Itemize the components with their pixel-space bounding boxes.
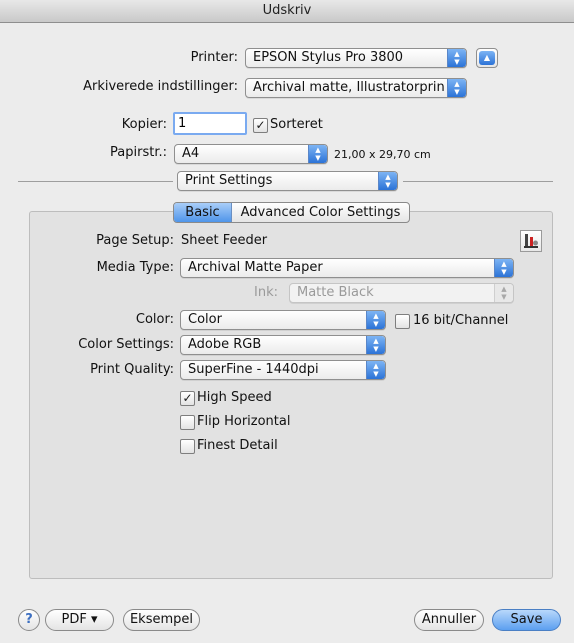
- presets-label: Arkiverede indstillinger:: [83, 79, 238, 94]
- printer-utility-button[interactable]: [520, 230, 542, 252]
- color-settings-popup[interactable]: Adobe RGB ▲ ▼: [180, 335, 386, 355]
- paper-popup[interactable]: A4 ▲ ▼: [174, 144, 328, 164]
- updown-arrows-icon: ▲ ▼: [447, 79, 466, 97]
- flip-horizontal-label: Flip Horizontal: [197, 414, 291, 429]
- updown-arrows-icon: ▲ ▼: [366, 361, 385, 379]
- updown-arrows-icon: ▲ ▼: [494, 284, 513, 302]
- collate-checkbox[interactable]: ✓: [253, 118, 268, 133]
- pane-value: Print Settings: [185, 173, 273, 188]
- color-value: Color: [188, 312, 222, 327]
- media-type-value: Archival Matte Paper: [188, 260, 323, 275]
- print-quality-popup[interactable]: SuperFine - 1440dpi ▲ ▼: [180, 360, 386, 380]
- checkmark-icon: ✓: [182, 391, 193, 405]
- help-icon: ?: [25, 612, 33, 627]
- bit16-checkbox[interactable]: [395, 314, 410, 329]
- finest-detail-checkbox[interactable]: [180, 439, 195, 454]
- separator-left: [18, 181, 173, 182]
- paper-value: A4: [182, 146, 200, 161]
- updown-arrows-icon: ▲ ▼: [447, 49, 466, 67]
- save-button[interactable]: Save: [492, 609, 561, 631]
- paper-label: Papirstr.:: [110, 145, 167, 160]
- color-settings-value: Adobe RGB: [188, 337, 262, 352]
- paper-size-text: 21,00 x 29,70 cm: [334, 148, 431, 161]
- color-popup[interactable]: Color ▲ ▼: [180, 310, 386, 330]
- high-speed-checkbox[interactable]: ✓: [180, 391, 195, 406]
- ink-value: Matte Black: [297, 285, 374, 300]
- updown-arrows-icon: ▲ ▼: [378, 172, 397, 190]
- printer-value: EPSON Stylus Pro 3800: [253, 50, 404, 65]
- tab-advanced-color[interactable]: Advanced Color Settings: [232, 203, 409, 222]
- presets-popup[interactable]: Archival matte, Illustratorprints ▲ ▼: [245, 78, 467, 98]
- window-titlebar[interactable]: Udskriv: [0, 0, 574, 23]
- ink-label: Ink:: [254, 285, 278, 300]
- window-title: Udskriv: [262, 3, 312, 18]
- media-type-label: Media Type:: [96, 260, 174, 275]
- updown-arrows-icon: ▲ ▼: [494, 259, 513, 277]
- print-quality-value: SuperFine - 1440dpi: [188, 362, 319, 377]
- copies-input[interactable]: [173, 112, 247, 135]
- pane-popup[interactable]: Print Settings ▲ ▼: [177, 171, 398, 191]
- page-setup-label: Page Setup:: [96, 233, 174, 248]
- finest-detail-label: Finest Detail: [197, 438, 278, 453]
- copies-label: Kopier:: [121, 117, 167, 132]
- print-quality-label: Print Quality:: [90, 362, 174, 377]
- details-disclosure-button[interactable]: ▲: [476, 48, 498, 68]
- media-type-popup[interactable]: Archival Matte Paper ▲ ▼: [180, 258, 514, 278]
- printer-utility-icon: [524, 234, 538, 248]
- collate-label: Sorteret: [270, 117, 323, 132]
- updown-arrows-icon: ▲ ▼: [308, 145, 327, 163]
- ink-popup[interactable]: Matte Black ▲ ▼: [289, 283, 514, 303]
- color-settings-label: Color Settings:: [78, 337, 174, 352]
- tab-bar: Basic Advanced Color Settings: [173, 202, 410, 223]
- pdf-button[interactable]: PDF ▾: [45, 609, 114, 631]
- presets-value: Archival matte, Illustratorprints: [253, 80, 444, 95]
- flip-horizontal-checkbox[interactable]: [180, 415, 195, 430]
- printer-popup[interactable]: EPSON Stylus Pro 3800 ▲ ▼: [245, 48, 467, 68]
- separator-right: [403, 181, 553, 182]
- high-speed-label: High Speed: [197, 390, 272, 405]
- color-label: Color:: [135, 312, 174, 327]
- cancel-button[interactable]: Annuller: [414, 609, 484, 631]
- preview-button[interactable]: Eksempel: [123, 609, 200, 631]
- updown-arrows-icon: ▲ ▼: [366, 336, 385, 354]
- updown-arrows-icon: ▲ ▼: [366, 311, 385, 329]
- page-setup-value: Sheet Feeder: [181, 233, 268, 248]
- printer-label: Printer:: [190, 50, 238, 65]
- tab-basic[interactable]: Basic: [174, 203, 232, 222]
- checkmark-icon: ✓: [255, 118, 266, 132]
- help-button[interactable]: ?: [18, 609, 40, 631]
- bit16-label: 16 bit/Channel: [413, 313, 509, 328]
- disclosure-up-icon: ▲: [479, 51, 495, 65]
